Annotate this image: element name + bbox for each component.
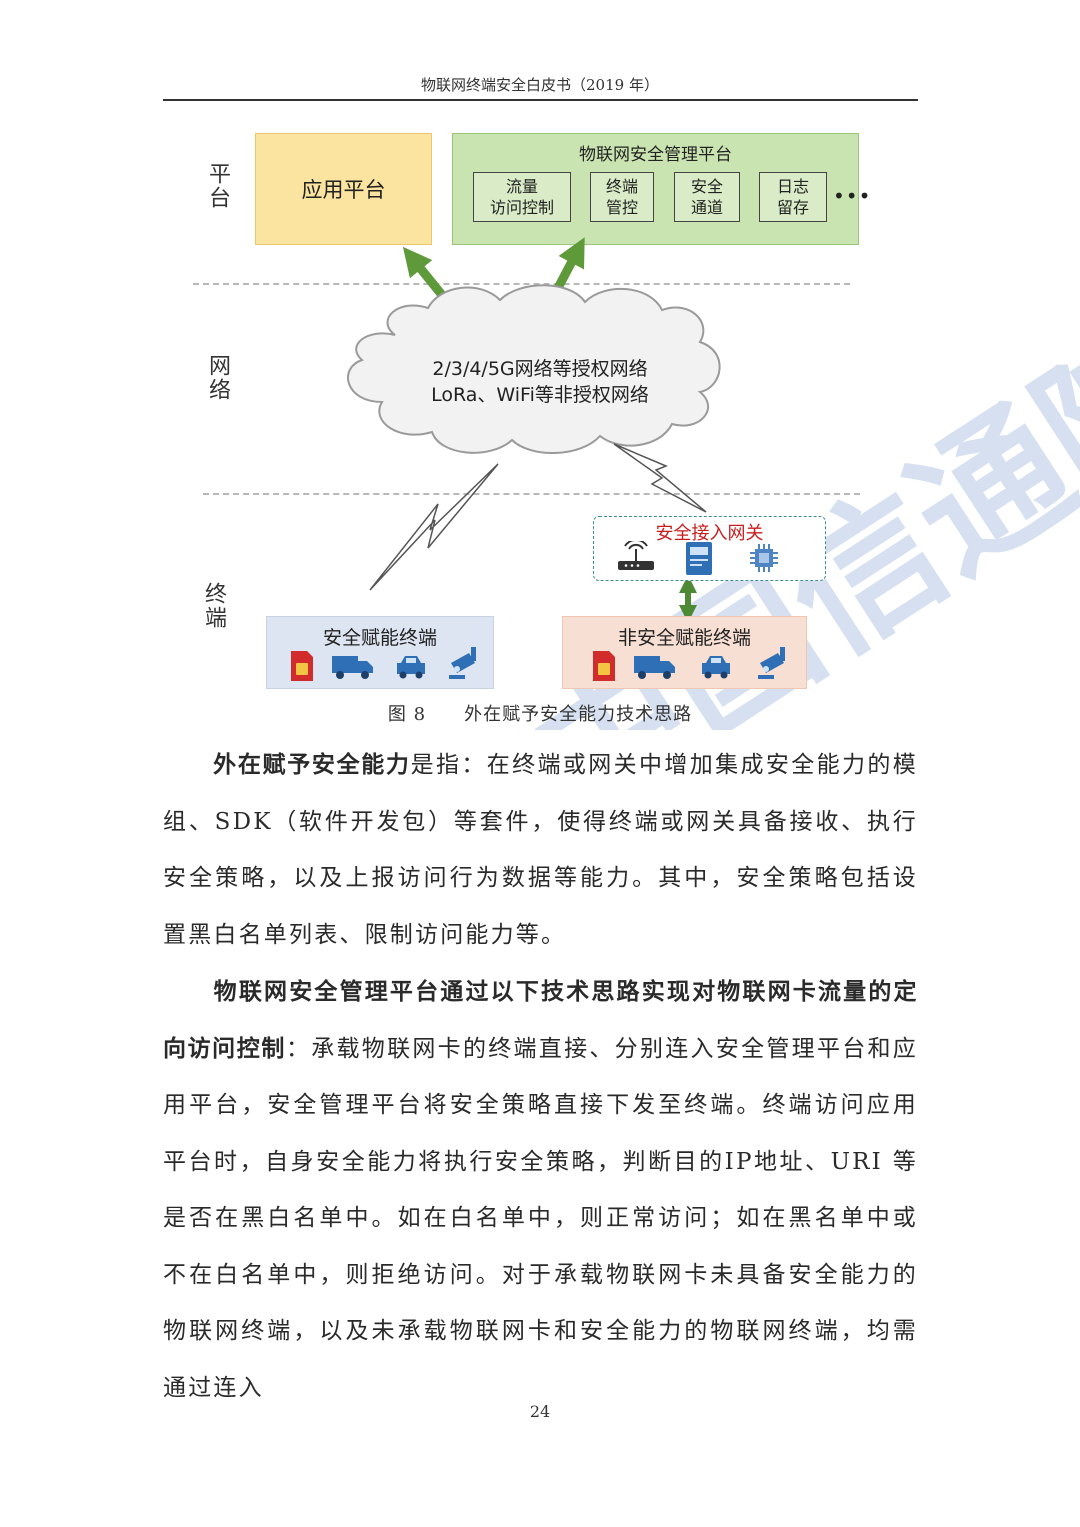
paragraph-lead: 外在赋予安全能力 — [213, 752, 411, 778]
sim-card-icon — [593, 651, 615, 681]
figure: 平台 网络 终端 应用平台 物联网安全管理平台 流量 访问控制 终端 管控 安全… — [0, 0, 1080, 730]
figure-caption: 图 8 外在赋予安全能力技术思路 — [0, 700, 1080, 726]
non-secure-terminals-box: 非安全赋能终端 — [562, 616, 807, 689]
chip-icon — [750, 544, 778, 572]
network-authorized-label: 2/3/4/5G网络等授权网络 — [432, 358, 648, 380]
paragraph-directed-access-control: 物联网安全管理平台通过以下技术思路实现对物联网卡流量的定向访问控制：承载物联网卡… — [163, 964, 918, 1416]
secure-terminals-box: 安全赋能终端 — [266, 616, 494, 689]
camera-icon — [449, 647, 476, 679]
car-icon — [702, 656, 730, 679]
figure-number: 图 8 — [387, 704, 427, 725]
car-icon — [397, 656, 425, 679]
camera-icon — [758, 647, 785, 679]
page-number: 24 — [529, 1402, 551, 1421]
router-icon — [618, 541, 654, 570]
paragraph-text: ：承载物联网卡的终端直接、分别连入安全管理平台和应用平台，安全管理平台将安全策略… — [163, 1035, 919, 1401]
sim-card-icon — [291, 651, 313, 681]
network-unauthorized-label: LoRa、WiFi等非授权网络 — [431, 384, 649, 406]
gateway-box: 安全接入网关 — [593, 516, 826, 581]
figure-caption-text: 外在赋予安全能力技术思路 — [464, 704, 693, 725]
truck-icon — [332, 656, 373, 679]
lightning-left-icon — [369, 463, 499, 591]
paragraph-external-capability: 外在赋予安全能力是指：在终端或网关中增加集成安全能力的模组、SDK（软件开发包）… — [163, 737, 918, 963]
meter-icon — [686, 542, 712, 575]
lightning-right-icon — [613, 443, 707, 513]
truck-icon — [634, 656, 675, 679]
paragraph-text: 是指：在终端或网关中增加集成安全能力的模组、SDK（软件开发包）等套件，使得终端… — [163, 752, 919, 948]
